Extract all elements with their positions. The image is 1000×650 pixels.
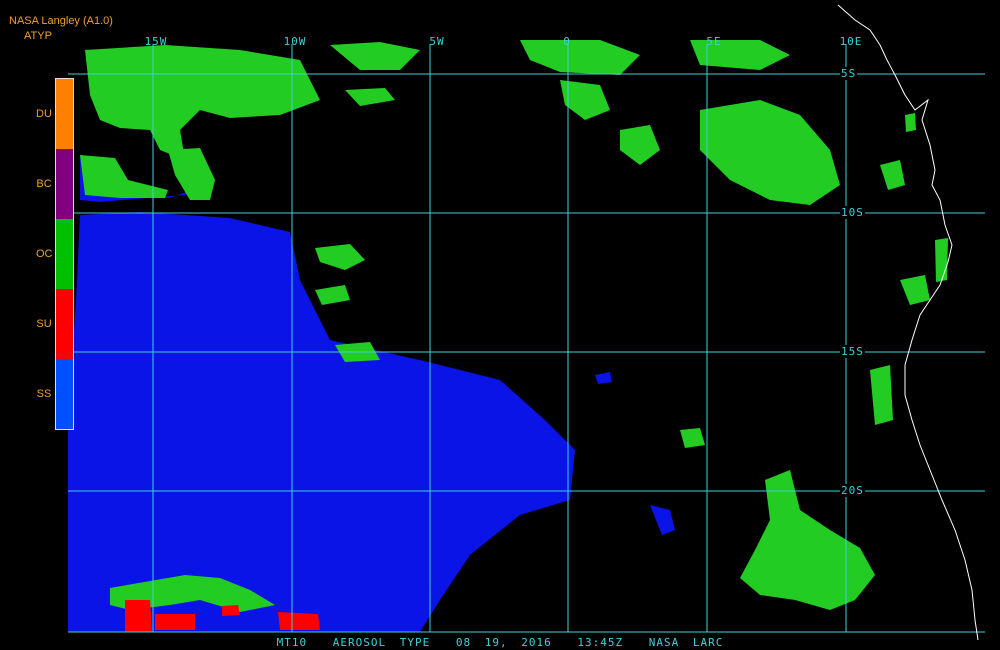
aerosol-type-legend [55,78,74,430]
lon-label-10e: 10E [839,35,863,48]
observation-date: 08 19, 2016 [455,636,552,649]
product-code-label: ATYP [24,30,52,42]
lon-label-10w: 10W [283,35,307,48]
lat-label-20s: 20S [840,484,865,497]
legend-label-du: DU [36,108,52,120]
image-caption: MT10 AEROSOL TYPE 08 19, 2016 13:45Z NAS… [0,636,1000,649]
lon-label-5w: 5W [429,35,445,48]
legend-swatch-su [56,289,73,359]
producer-name: NASA LARC [648,636,724,649]
legend-label-oc: OC [36,248,53,260]
agency-label: NASA Langley (A1.0) [9,15,113,27]
aerosol-type-map [0,0,1000,650]
lat-label-5s: 5S [840,67,858,80]
legend-label-bc: BC [36,178,52,190]
lon-label-15w: 15W [144,35,168,48]
lon-label-0: 0 [563,35,571,48]
lat-label-10s: 10S [840,206,865,219]
lat-label-15s: 15S [840,345,865,358]
legend-swatch-bc [56,149,73,219]
product-name: AEROSOL TYPE [332,636,431,649]
satellite-id: MT10 [276,636,308,649]
observation-time: 13:45Z [577,636,624,649]
legend-swatch-ss [56,359,73,429]
legend-label-su: SU [36,318,52,330]
legend-label-ss: SS [36,388,52,400]
legend-swatch-oc [56,219,73,289]
lon-label-5e: 5E [706,35,722,48]
legend-swatch-du [56,79,73,149]
